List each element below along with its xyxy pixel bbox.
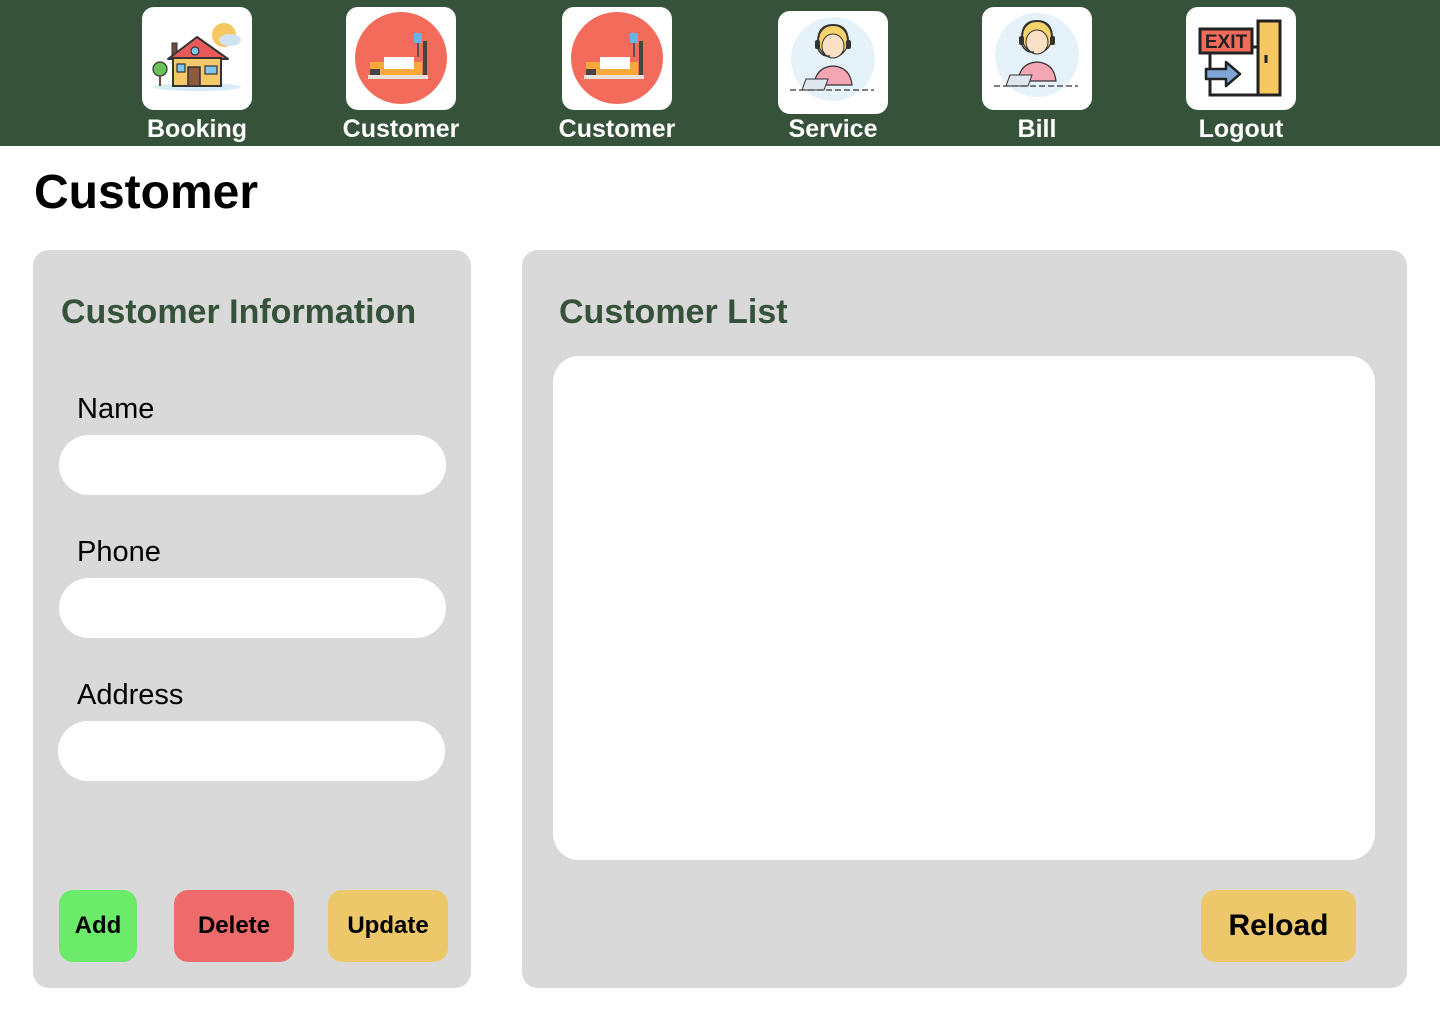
nav-label-booking: Booking: [147, 115, 247, 143]
nav-item-customer[interactable]: Customer: [316, 7, 486, 146]
name-label: Name: [77, 393, 155, 425]
nav-item-booking[interactable]: Booking: [112, 7, 282, 146]
nav-label-customer: Customer: [342, 115, 460, 143]
phone-input[interactable]: [59, 578, 446, 638]
exit-sign-text: EXIT: [1205, 32, 1248, 53]
nav-tile-customer: [346, 7, 456, 110]
page-title: Customer: [34, 166, 259, 219]
nav-label-customer-2: Customer: [558, 115, 676, 143]
support-agent-icon: [790, 17, 875, 101]
nav-tile-service: [778, 11, 888, 114]
address-input[interactable]: [58, 721, 445, 781]
add-button[interactable]: Add: [59, 890, 137, 962]
update-button[interactable]: Update: [328, 890, 448, 962]
support-agent-icon: [994, 13, 1079, 97]
nav-tile-bill: [982, 7, 1092, 110]
name-input[interactable]: [59, 435, 446, 495]
nav-label-service: Service: [788, 115, 878, 143]
nav-item-logout[interactable]: EXIT Logout: [1156, 7, 1326, 146]
customer-information-panel: Customer Information Name Phone Address …: [33, 250, 471, 988]
delete-button[interactable]: Delete: [174, 890, 294, 962]
house-icon: [152, 23, 241, 91]
top-nav-bar: Booking Customer Customer Service Bill E…: [0, 0, 1440, 146]
bed-icon: [571, 12, 663, 104]
customer-list-title: Customer List: [559, 293, 788, 331]
exit-door-icon: EXIT: [1198, 19, 1282, 97]
nav-tile-customer-2: [562, 7, 672, 110]
customer-information-title: Customer Information: [61, 293, 417, 331]
nav-item-bill[interactable]: Bill: [952, 7, 1122, 146]
nav-label-bill: Bill: [1017, 115, 1057, 143]
nav-label-logout: Logout: [1198, 115, 1284, 143]
nav-item-service[interactable]: Service: [748, 7, 918, 146]
customer-list-table[interactable]: [553, 356, 1375, 860]
address-label: Address: [77, 679, 184, 711]
nav-tile-logout: EXIT: [1186, 7, 1296, 110]
phone-label: Phone: [77, 536, 161, 568]
reload-button[interactable]: Reload: [1201, 890, 1356, 962]
nav-item-customer-2[interactable]: Customer: [532, 7, 702, 146]
nav-tile-booking: [142, 7, 252, 110]
bed-icon: [355, 12, 447, 104]
customer-list-panel: Customer List Reload: [522, 250, 1407, 988]
